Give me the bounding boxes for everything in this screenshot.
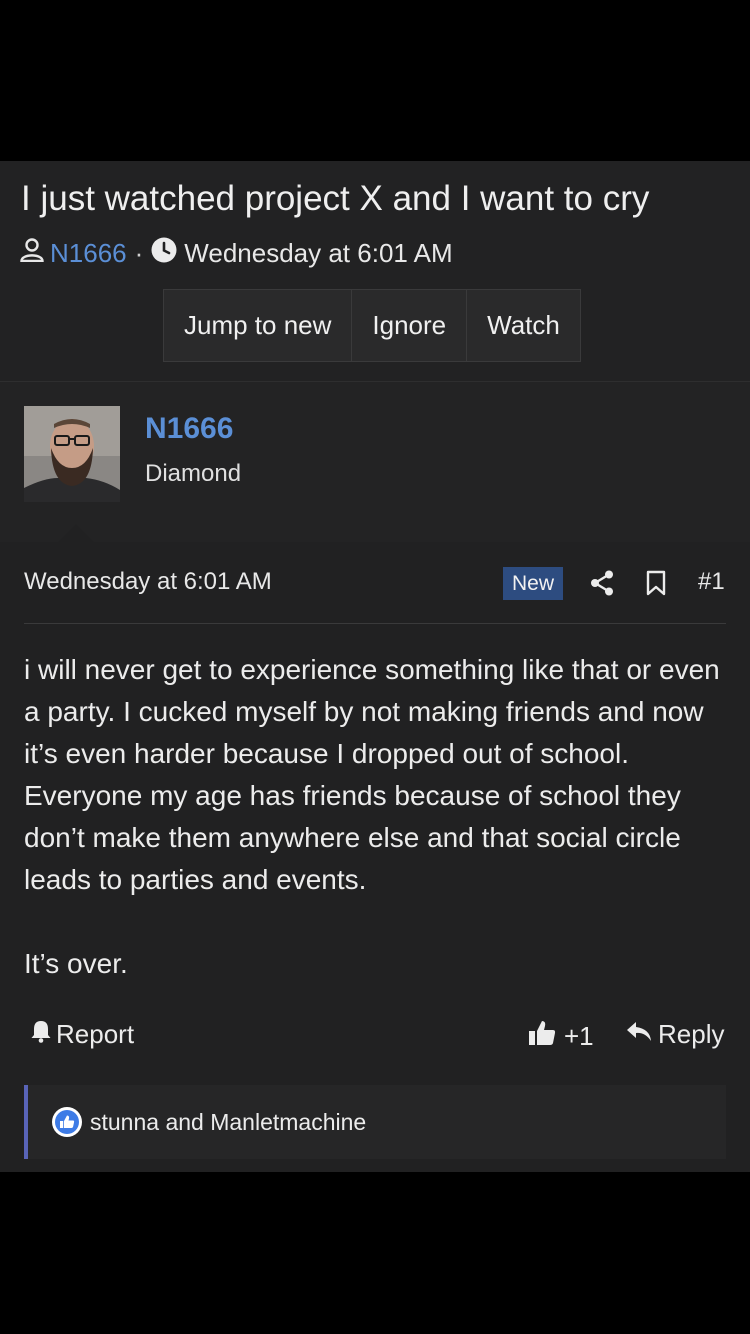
new-badge: New: [503, 567, 563, 600]
like-button[interactable]: +1: [528, 1019, 594, 1054]
user-block-arrow: [58, 524, 94, 542]
thread-date[interactable]: Wednesday at 6:01 AM: [184, 238, 452, 269]
post-number-link[interactable]: #1: [698, 568, 725, 596]
report-label: Report: [56, 1019, 135, 1049]
clock-icon: [151, 237, 177, 270]
post-actions: Report +1 Reply: [0, 1017, 750, 1057]
like-count: +1: [564, 1021, 594, 1051]
like-reaction-icon: [52, 1107, 82, 1137]
bookmark-icon[interactable]: [646, 570, 666, 601]
reaction-users[interactable]: stunna and Manletmachine: [90, 1109, 366, 1136]
post-meta: Wednesday at 6:01 AM New #1: [0, 542, 750, 624]
post-paragraph: It’s over.: [24, 948, 128, 979]
ignore-button[interactable]: Ignore: [352, 290, 468, 361]
share-icon[interactable]: [590, 570, 614, 601]
post-user-block: N1666 Diamond: [0, 382, 750, 542]
post-paragraph: i will never get to experience something…: [24, 654, 720, 895]
thread-author-link[interactable]: N1666: [50, 238, 127, 269]
thread-page: I just watched project X and I want to c…: [0, 161, 750, 1172]
user-title: Diamond: [145, 460, 242, 487]
user-icon: [20, 238, 44, 269]
reply-label: Reply: [658, 1019, 725, 1049]
thread-meta: N1666 · Wednesday at 6:01 AM: [20, 237, 453, 270]
reactions-bar[interactable]: stunna and Manletmachine: [24, 1085, 726, 1159]
bell-icon: [30, 1019, 52, 1050]
post-divider: [24, 623, 726, 624]
thumbs-up-icon: [528, 1019, 556, 1054]
post-username[interactable]: N1666: [145, 412, 233, 446]
jump-to-new-button[interactable]: Jump to new: [164, 290, 353, 361]
avatar[interactable]: [24, 406, 120, 502]
thread-title: I just watched project X and I want to c…: [21, 179, 650, 218]
thread-button-group: Jump to new Ignore Watch: [163, 289, 581, 362]
post-body: i will never get to experience something…: [24, 649, 728, 985]
thread-header: I just watched project X and I want to c…: [0, 161, 750, 382]
reply-button[interactable]: Reply: [626, 1019, 724, 1050]
reply-arrow-icon: [626, 1019, 652, 1050]
post-date[interactable]: Wednesday at 6:01 AM: [24, 568, 272, 596]
watch-button[interactable]: Watch: [467, 290, 580, 361]
meta-separator: ·: [134, 238, 144, 268]
report-button[interactable]: Report: [30, 1019, 134, 1050]
